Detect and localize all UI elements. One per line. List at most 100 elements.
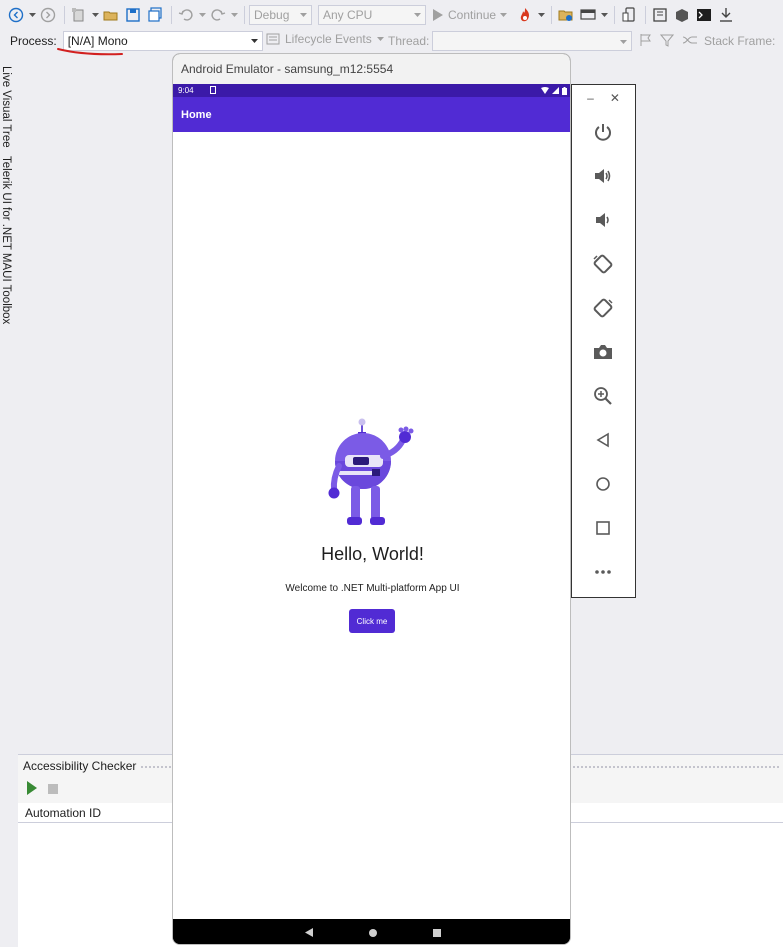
stop-icon	[48, 783, 58, 794]
dropdown-arrow-icon[interactable]	[600, 5, 608, 25]
nav-home-icon[interactable]	[368, 926, 377, 940]
package-icon[interactable]	[672, 5, 692, 25]
continue-label: Continue	[448, 8, 497, 22]
chevron-down-icon	[620, 40, 627, 44]
controls-titlebar: – ✕	[572, 91, 635, 107]
dotnet-bot-image	[328, 418, 414, 525]
zoom-icon[interactable]	[591, 384, 615, 408]
toolbar-separator	[551, 6, 553, 24]
app-toolbar: Home	[173, 97, 570, 132]
redo-icon[interactable]	[208, 5, 228, 25]
configuration-value: Debug	[254, 8, 290, 22]
play-icon	[433, 9, 443, 21]
left-tool-tabs: Live Visual Tree Telerik UI for .NET MAU…	[0, 62, 14, 332]
dropdown-arrow-icon[interactable]	[537, 5, 545, 25]
lifecycle-events-label: Lifecycle Events	[285, 32, 372, 46]
click-me-button[interactable]: Click me	[349, 609, 395, 633]
emulator-controls-panel: – ✕	[571, 84, 636, 598]
continue-button[interactable]: Continue	[432, 8, 508, 22]
run-button[interactable]	[26, 781, 38, 798]
terminal-icon[interactable]	[694, 5, 714, 25]
automation-id-header: Automation ID	[25, 805, 102, 820]
chevron-down-icon	[250, 39, 258, 43]
device-window-icon[interactable]	[578, 5, 598, 25]
wifi-icon	[541, 87, 549, 94]
open-folder-icon[interactable]	[101, 5, 121, 25]
back-nav-icon[interactable]	[6, 5, 26, 25]
save-all-icon[interactable]	[145, 5, 165, 25]
thread-dropdown[interactable]	[432, 31, 632, 51]
toolbar-separator	[614, 6, 616, 24]
new-project-icon[interactable]	[69, 5, 89, 25]
rotate-left-icon[interactable]	[591, 252, 615, 276]
toolbar-separator	[645, 6, 647, 24]
volume-down-icon[interactable]	[591, 208, 615, 232]
app-content: Hello, World! Welcome to .NET Multi-plat…	[173, 132, 570, 919]
rotate-right-icon[interactable]	[591, 296, 615, 320]
android-status-bar: 9:04	[173, 84, 570, 97]
chevron-down-icon	[500, 13, 508, 17]
more-icon[interactable]	[591, 560, 615, 584]
process-label: Process:	[10, 34, 57, 48]
toolbar-separator	[171, 6, 172, 24]
close-button[interactable]: ✕	[610, 91, 620, 107]
chevron-down-icon	[414, 13, 421, 17]
platform-dropdown[interactable]: Any CPU	[318, 5, 426, 25]
chevron-down-icon	[300, 13, 307, 17]
split-icon[interactable]	[682, 33, 698, 50]
play-icon	[27, 781, 37, 795]
emulator-titlebar[interactable]: Android Emulator - samsung_m12:5554	[173, 54, 570, 84]
chevron-down-icon	[376, 37, 384, 41]
battery-icon	[562, 86, 567, 95]
camera-icon[interactable]	[591, 340, 615, 364]
accessibility-checker-title: Accessibility Checker	[23, 759, 137, 773]
archive-icon[interactable]	[650, 5, 670, 25]
forward-nav-icon[interactable]	[38, 5, 58, 25]
hot-reload-icon[interactable]	[515, 5, 535, 25]
attach-device-icon[interactable]	[619, 5, 639, 25]
emulator-window-title: Android Emulator - samsung_m12:5554	[181, 62, 394, 76]
dropdown-arrow-icon[interactable]	[230, 5, 238, 25]
undo-icon[interactable]	[176, 5, 196, 25]
welcome-text: Welcome to .NET Multi-platform App UI	[285, 583, 460, 594]
red-underline-annotation	[57, 48, 123, 56]
platform-value: Any CPU	[323, 8, 373, 22]
volume-up-icon[interactable]	[591, 164, 615, 188]
process-value: [N/A] Mono	[67, 34, 128, 48]
flag-icon[interactable]	[639, 33, 653, 50]
toolbar-separator	[244, 6, 245, 24]
home-icon[interactable]	[591, 472, 615, 496]
browse-folder-icon[interactable]	[556, 5, 576, 25]
dropdown-arrow-icon[interactable]	[91, 5, 99, 25]
filter-icon[interactable]	[659, 33, 675, 50]
lifecycle-events-dropdown[interactable]: Lifecycle Events	[266, 32, 384, 46]
android-nav-bar	[173, 919, 570, 944]
main-toolbar: Debug Any CPU Continue	[0, 0, 783, 30]
stack-frame-label: Stack Frame:	[704, 34, 776, 48]
signal-icon	[552, 87, 559, 94]
tab-live-visual-tree[interactable]: Live Visual Tree	[0, 66, 12, 148]
power-icon[interactable]	[591, 120, 615, 144]
nav-back-icon[interactable]	[304, 926, 313, 940]
back-icon[interactable]	[591, 428, 615, 452]
android-emulator-window: Android Emulator - samsung_m12:5554 9:04…	[172, 53, 571, 945]
thread-label: Thread:	[388, 34, 430, 48]
overview-icon[interactable]	[591, 516, 615, 540]
hello-heading: Hello, World!	[321, 544, 424, 564]
stop-button[interactable]	[48, 783, 58, 797]
lifecycle-icon	[266, 33, 280, 45]
nav-recents-icon[interactable]	[432, 926, 441, 940]
minimize-button[interactable]: –	[587, 91, 594, 107]
status-time: 9:04	[178, 86, 194, 95]
dropdown-arrow-icon[interactable]	[28, 5, 36, 25]
configuration-dropdown[interactable]: Debug	[249, 5, 312, 25]
dropdown-arrow-icon[interactable]	[198, 5, 206, 25]
download-icon[interactable]	[716, 5, 736, 25]
notification-icon	[209, 85, 216, 96]
tab-telerik-toolbox[interactable]: Telerik UI for .NET MAUI Toolbox	[0, 156, 12, 324]
accessibility-toolbar	[26, 781, 58, 798]
page-title: Home	[181, 108, 212, 121]
status-icons	[541, 86, 567, 95]
save-icon[interactable]	[123, 5, 143, 25]
toolbar-separator	[64, 6, 65, 24]
